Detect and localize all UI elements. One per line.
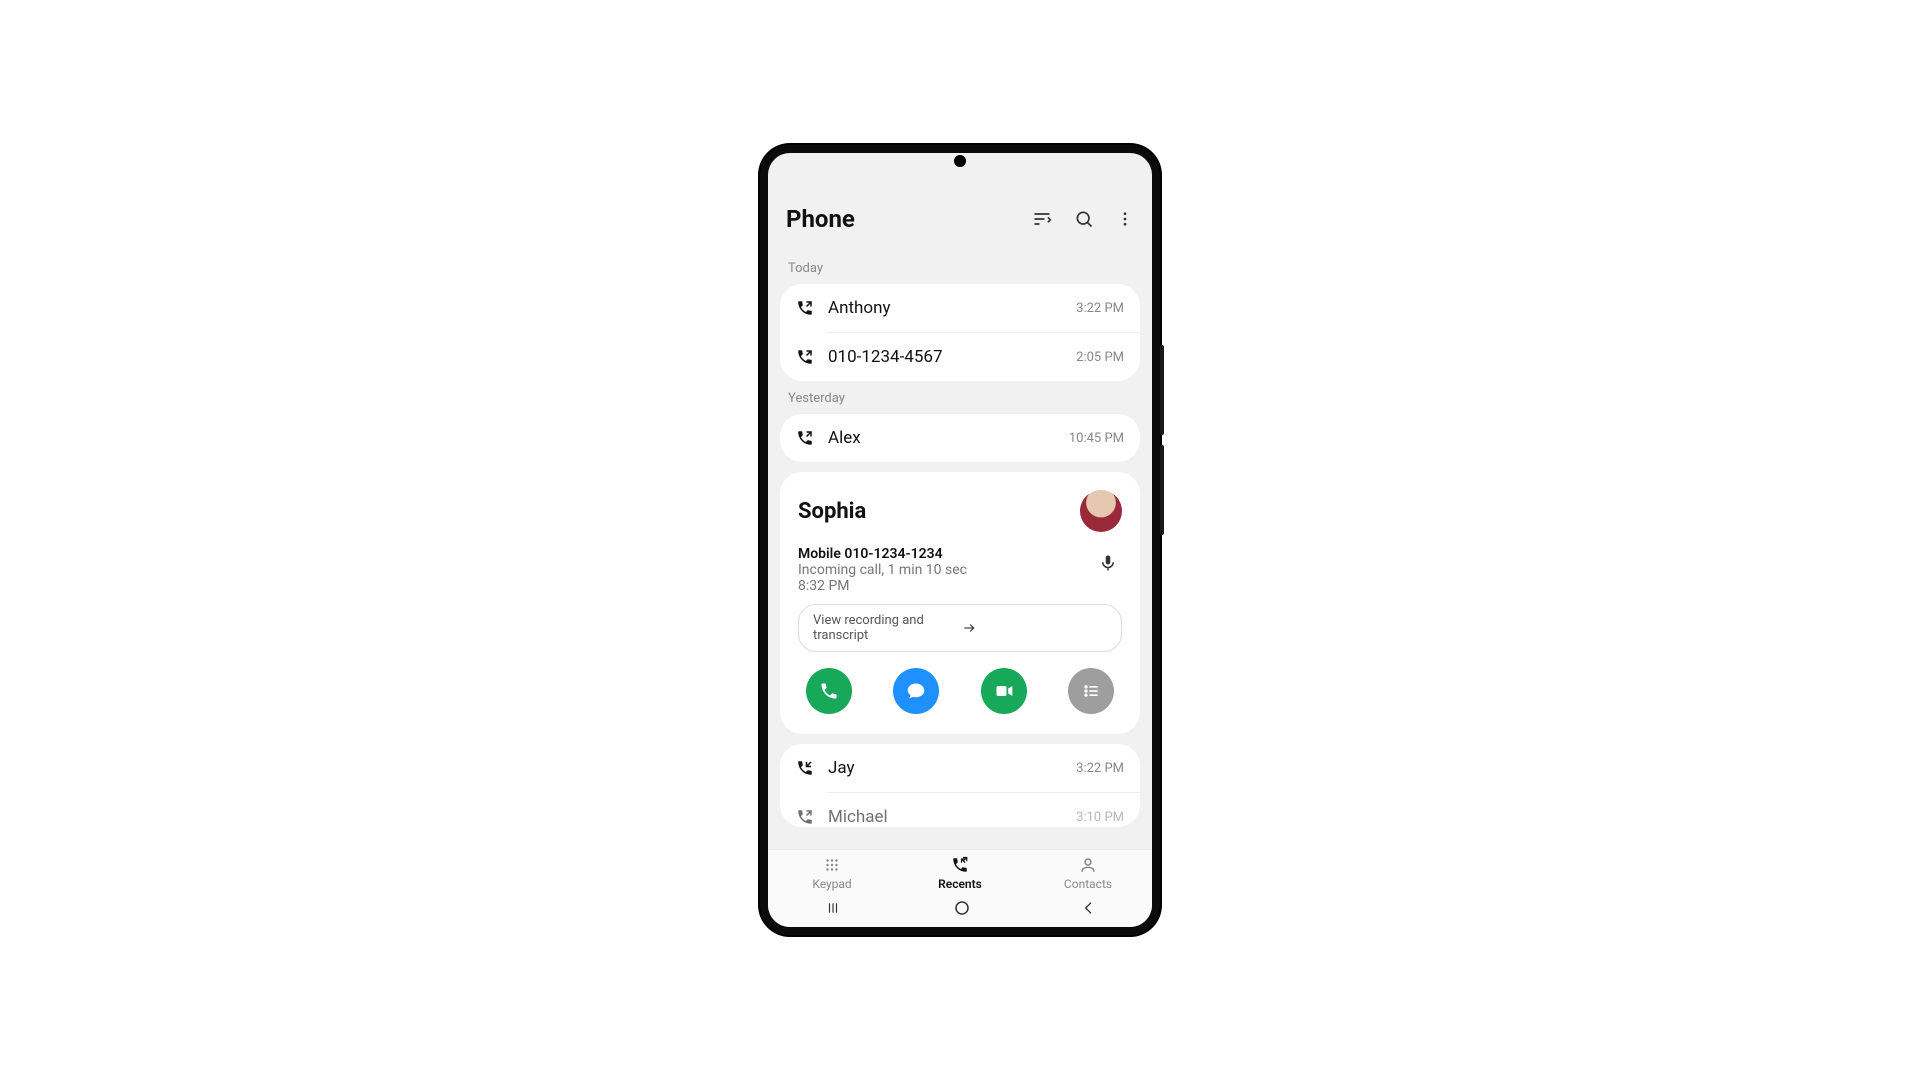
- yesterday-group: Alex 10:45 PM: [780, 414, 1140, 462]
- tab-label: Keypad: [812, 877, 851, 891]
- outgoing-call-icon: [796, 348, 814, 366]
- more-group: Jay 3:22 PM Michael 3:10 PM: [780, 744, 1140, 827]
- call-row[interactable]: Alex 10:45 PM: [780, 414, 1140, 462]
- nav-back-icon[interactable]: [1081, 900, 1097, 916]
- outgoing-call-icon: [796, 299, 814, 317]
- filter-icon[interactable]: [1032, 209, 1052, 229]
- today-group: Anthony 3:22 PM 010-1234-4567 2:05 PM: [780, 284, 1140, 381]
- arrow-right-icon: [960, 621, 1107, 635]
- recording-icon: [1094, 552, 1122, 574]
- outgoing-call-icon: [796, 429, 814, 447]
- call-row[interactable]: Michael 3:10 PM: [780, 793, 1140, 827]
- call-name: Jay: [828, 758, 1062, 778]
- call-row[interactable]: 010-1234-4567 2:05 PM: [780, 333, 1140, 381]
- expanded-detail: Incoming call, 1 min 10 sec: [798, 562, 1094, 578]
- call-name: 010-1234-4567: [828, 347, 1062, 367]
- page-title: Phone: [786, 205, 1032, 233]
- call-time: 3:10 PM: [1076, 810, 1124, 825]
- contact-avatar[interactable]: [1080, 490, 1122, 532]
- call-time: 10:45 PM: [1069, 431, 1124, 446]
- keypad-icon: [823, 856, 841, 874]
- incoming-call-icon: [796, 759, 814, 777]
- more-icon[interactable]: [1116, 209, 1134, 229]
- pill-label: View recording and transcript: [813, 613, 960, 643]
- tab-recents[interactable]: Recents: [896, 856, 1024, 891]
- expanded-name: Sophia: [798, 499, 1080, 524]
- recents-list[interactable]: Today Anthony 3:22 PM 010-123: [768, 251, 1152, 849]
- search-icon[interactable]: [1074, 209, 1094, 229]
- phone-frame: Phone: [760, 145, 1160, 935]
- call-name: Anthony: [828, 298, 1062, 318]
- call-button[interactable]: [806, 668, 852, 714]
- expanded-number: Mobile 010-1234-1234: [798, 546, 1094, 562]
- details-button[interactable]: [1068, 668, 1114, 714]
- call-row[interactable]: Anthony 3:22 PM: [780, 284, 1140, 332]
- tab-label: Recents: [938, 877, 982, 891]
- nav-home-icon[interactable]: [953, 899, 971, 917]
- call-row[interactable]: Jay 3:22 PM: [780, 744, 1140, 792]
- recents-icon: [950, 856, 970, 874]
- call-time: 2:05 PM: [1076, 350, 1124, 365]
- front-camera: [954, 155, 966, 167]
- system-nav: [768, 891, 1152, 925]
- message-button[interactable]: [893, 668, 939, 714]
- app-header: Phone: [768, 199, 1152, 251]
- bottom-tabs: Keypad Recents Contacts: [768, 849, 1152, 927]
- tab-label: Contacts: [1064, 877, 1112, 891]
- expanded-call: Sophia Mobile 010-1234-1234 Incoming cal…: [780, 472, 1140, 734]
- expanded-time: 8:32 PM: [798, 578, 1094, 594]
- call-name: Alex: [828, 428, 1055, 448]
- call-name: Michael: [828, 807, 1062, 827]
- video-call-button[interactable]: [981, 668, 1027, 714]
- screen: Phone: [768, 153, 1152, 927]
- call-time: 3:22 PM: [1076, 301, 1124, 316]
- section-today: Today: [780, 251, 1140, 284]
- outgoing-call-icon: [796, 808, 814, 826]
- view-recording-button[interactable]: View recording and transcript: [798, 604, 1122, 652]
- tab-contacts[interactable]: Contacts: [1024, 856, 1152, 891]
- nav-recent-icon[interactable]: [823, 901, 843, 915]
- tab-keypad[interactable]: Keypad: [768, 856, 896, 891]
- call-time: 3:22 PM: [1076, 761, 1124, 776]
- section-yesterday: Yesterday: [780, 381, 1140, 414]
- contacts-icon: [1079, 856, 1097, 874]
